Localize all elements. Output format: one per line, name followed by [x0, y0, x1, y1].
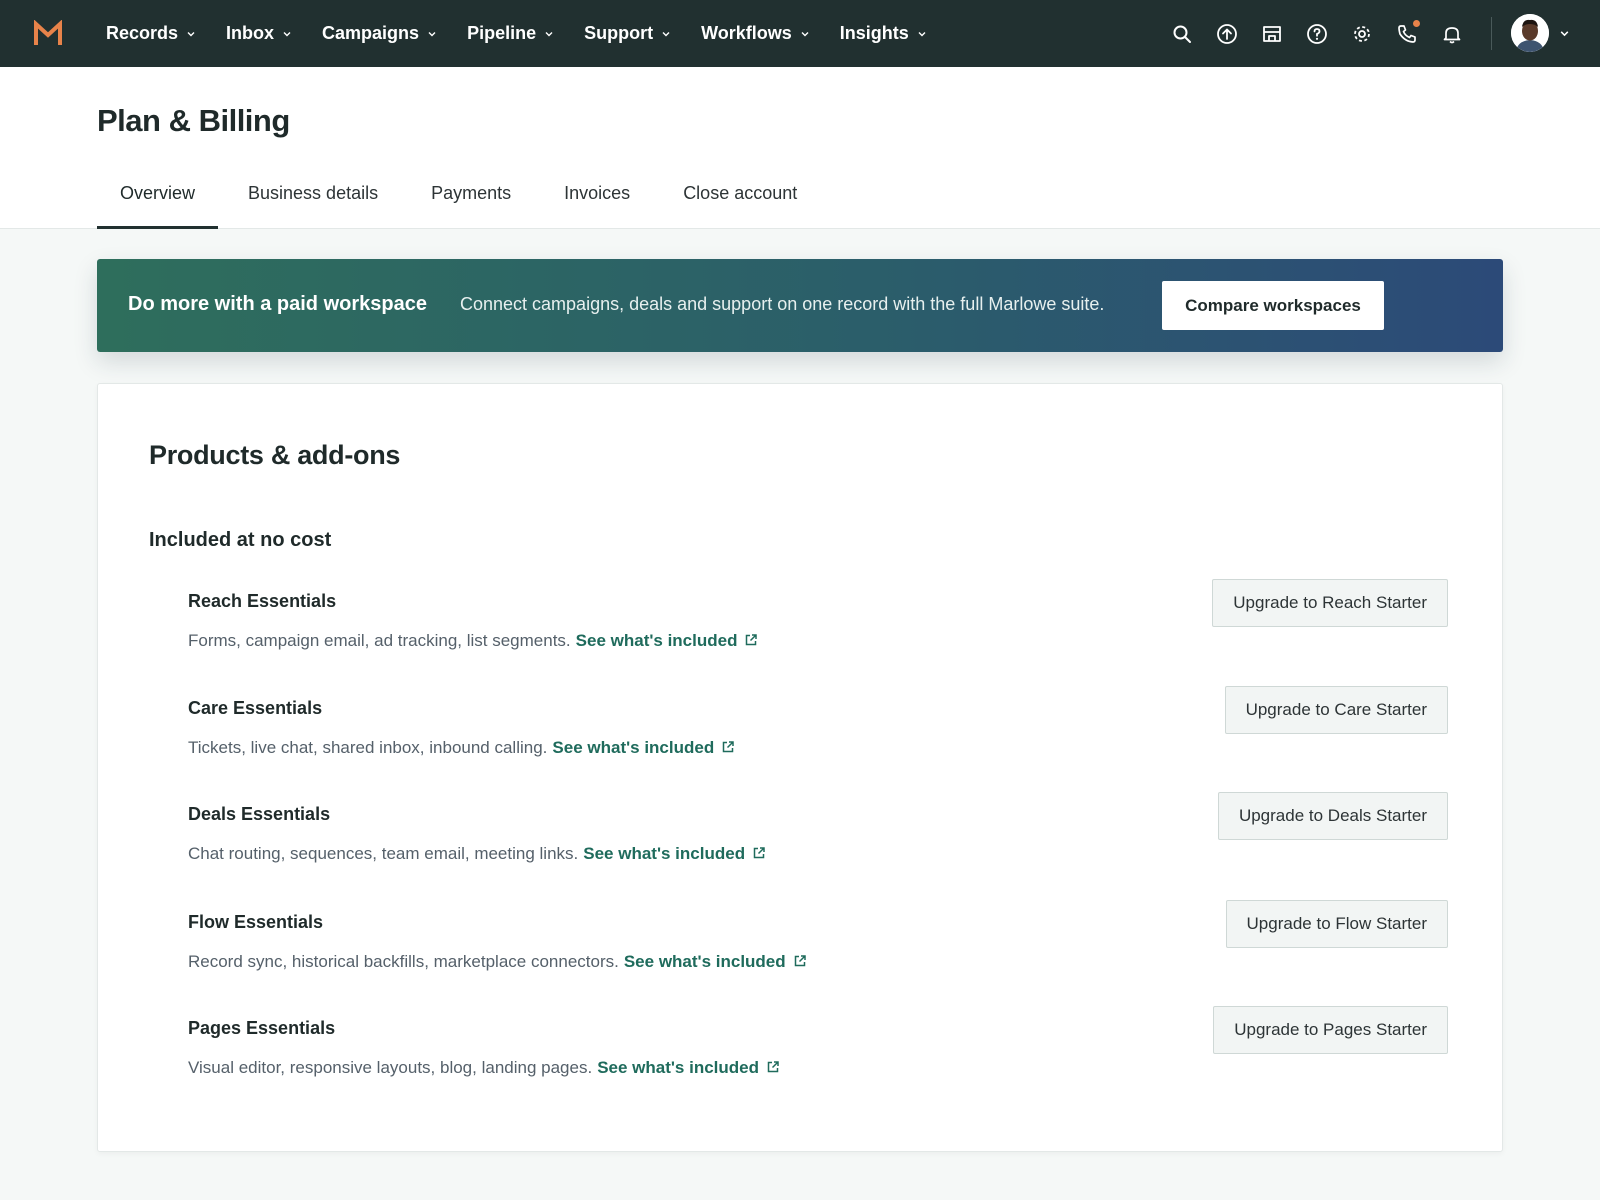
nav-item-workflows[interactable]: Workflows — [701, 23, 810, 44]
see-whats-included-link[interactable]: See what's included — [583, 844, 766, 863]
chevron-down-icon — [801, 31, 809, 36]
nav-item-pipeline[interactable]: Pipeline — [467, 23, 554, 44]
external-link-icon — [722, 741, 734, 753]
link-label: See what's included — [552, 738, 715, 757]
product-row-deals: Deals Essentials Chat routing, sequences… — [188, 792, 1448, 884]
settings-icon[interactable] — [1350, 22, 1374, 46]
product-row-reach: Reach Essentials Forms, campaign email, … — [188, 579, 1448, 671]
link-label: See what's included — [597, 1058, 759, 1077]
external-link-icon — [746, 634, 758, 646]
tab-payments[interactable]: Payments — [408, 179, 534, 229]
nav-item-campaigns[interactable]: Campaigns — [322, 23, 437, 44]
banner-text: Connect campaigns, deals and support on … — [460, 294, 1105, 314]
product-description-text: Tickets, live chat, shared inbox, inboun… — [188, 738, 548, 757]
nav-item-records[interactable]: Records — [106, 23, 196, 44]
search-icon[interactable] — [1170, 22, 1194, 46]
nav-item-support[interactable]: Support — [584, 23, 671, 44]
tab-close-account[interactable]: Close account — [660, 179, 820, 229]
chevron-down-icon — [283, 31, 291, 36]
nav-item-label: Workflows — [701, 23, 792, 43]
product-description: Chat routing, sequences, team email, mee… — [188, 844, 766, 864]
chevron-down-icon — [545, 31, 553, 36]
tab-business-details[interactable]: Business details — [225, 179, 401, 229]
notification-dot — [1413, 19, 1420, 27]
product-row-pages: Pages Essentials Visual editor, responsi… — [188, 1006, 1448, 1098]
avatar[interactable] — [1511, 14, 1549, 52]
product-row-flow: Flow Essentials Record sync, historical … — [188, 900, 1448, 992]
product-name: Deals Essentials — [188, 804, 331, 824]
upgrade-deals-starter-button[interactable]: Upgrade to Deals Starter — [1217, 792, 1448, 840]
page-title: Plan & Billing — [97, 103, 290, 138]
product-description: Visual editor, responsive layouts, blog,… — [188, 1058, 780, 1078]
link-label: See what's included — [623, 952, 786, 971]
tab-invoices[interactable]: Invoices — [541, 179, 653, 229]
nav-item-label: Inbox — [226, 23, 275, 43]
external-link-icon — [753, 847, 765, 859]
chevron-down-icon — [918, 31, 926, 36]
marlowe-logo-icon[interactable] — [33, 20, 63, 46]
user-avatar-icon — [1511, 14, 1549, 52]
banner-title: Do more with a paid workspace — [128, 293, 427, 315]
product-row-care: Care Essentials Tickets, live chat, shar… — [188, 686, 1448, 778]
product-description-text: Visual editor, responsive layouts, blog,… — [188, 1058, 593, 1077]
section-title: Included at no cost — [149, 529, 332, 551]
marketplace-icon[interactable] — [1260, 22, 1284, 46]
link-label: See what's included — [583, 844, 746, 863]
product-name: Care Essentials — [188, 698, 323, 718]
upgrade-pages-starter-button[interactable]: Upgrade to Pages Starter — [1213, 1006, 1448, 1054]
main-menu: Records Inbox Campaigns Pipeline Support… — [106, 0, 957, 67]
product-description-text: Record sync, historical backfills, marke… — [188, 952, 619, 971]
nav-item-label: Support — [584, 23, 654, 43]
phone-icon[interactable] — [1395, 19, 1420, 46]
nav-item-label: Campaigns — [322, 23, 420, 43]
nav-item-label: Pipeline — [467, 23, 537, 43]
chevron-down-icon — [187, 31, 195, 36]
upgrade-reach-starter-button[interactable]: Upgrade to Reach Starter — [1212, 579, 1448, 627]
nav-divider — [1491, 17, 1492, 50]
see-whats-included-link[interactable]: See what's included — [597, 1058, 780, 1077]
chevron-down-icon — [662, 31, 670, 36]
card-title: Products & add-ons — [149, 440, 401, 470]
product-name: Reach Essentials — [188, 591, 337, 611]
upgrade-care-starter-button[interactable]: Upgrade to Care Starter — [1224, 686, 1448, 734]
page-header: Plan & Billing Overview Business details… — [0, 67, 1600, 229]
see-whats-included-link[interactable]: See what's included — [624, 952, 807, 971]
top-navigation-bar: Records Inbox Campaigns Pipeline Support… — [0, 0, 1600, 67]
product-name: Flow Essentials — [188, 912, 324, 932]
upgrade-banner: Do more with a paid workspace Connect ca… — [97, 259, 1503, 352]
nav-item-label: Records — [106, 23, 179, 43]
nav-item-inbox[interactable]: Inbox — [226, 23, 292, 44]
utility-icons — [1170, 0, 1485, 67]
billing-tabs: Overview Business details Payments Invoi… — [97, 179, 820, 229]
product-description-text: Chat routing, sequences, team email, mee… — [188, 844, 579, 863]
external-link-icon — [794, 955, 806, 967]
see-whats-included-link[interactable]: See what's included — [552, 738, 735, 757]
product-description: Forms, campaign email, ad tracking, list… — [188, 631, 758, 651]
product-description: Record sync, historical backfills, marke… — [188, 952, 807, 972]
product-description: Tickets, live chat, shared inbox, inboun… — [188, 738, 735, 758]
chevron-down-icon — [1560, 30, 1569, 36]
products-card: Products & add-ons Included at no cost R… — [97, 383, 1503, 1152]
upload-icon[interactable] — [1215, 22, 1239, 46]
link-label: See what's included — [575, 631, 738, 650]
see-whats-included-link[interactable]: See what's included — [576, 631, 759, 650]
product-description-text: Forms, campaign email, ad tracking, list… — [188, 631, 571, 650]
upgrade-flow-starter-button[interactable]: Upgrade to Flow Starter — [1225, 900, 1448, 948]
nav-item-insights[interactable]: Insights — [840, 23, 927, 44]
chevron-down-icon — [428, 31, 436, 36]
help-icon[interactable] — [1305, 22, 1329, 46]
nav-item-label: Insights — [839, 23, 909, 43]
compare-workspaces-button[interactable]: Compare workspaces — [1162, 281, 1384, 330]
external-link-icon — [767, 1061, 779, 1073]
product-name: Pages Essentials — [188, 1018, 336, 1038]
account-menu[interactable] — [1511, 14, 1570, 52]
bell-icon[interactable] — [1440, 22, 1464, 46]
tab-overview[interactable]: Overview — [97, 179, 219, 229]
